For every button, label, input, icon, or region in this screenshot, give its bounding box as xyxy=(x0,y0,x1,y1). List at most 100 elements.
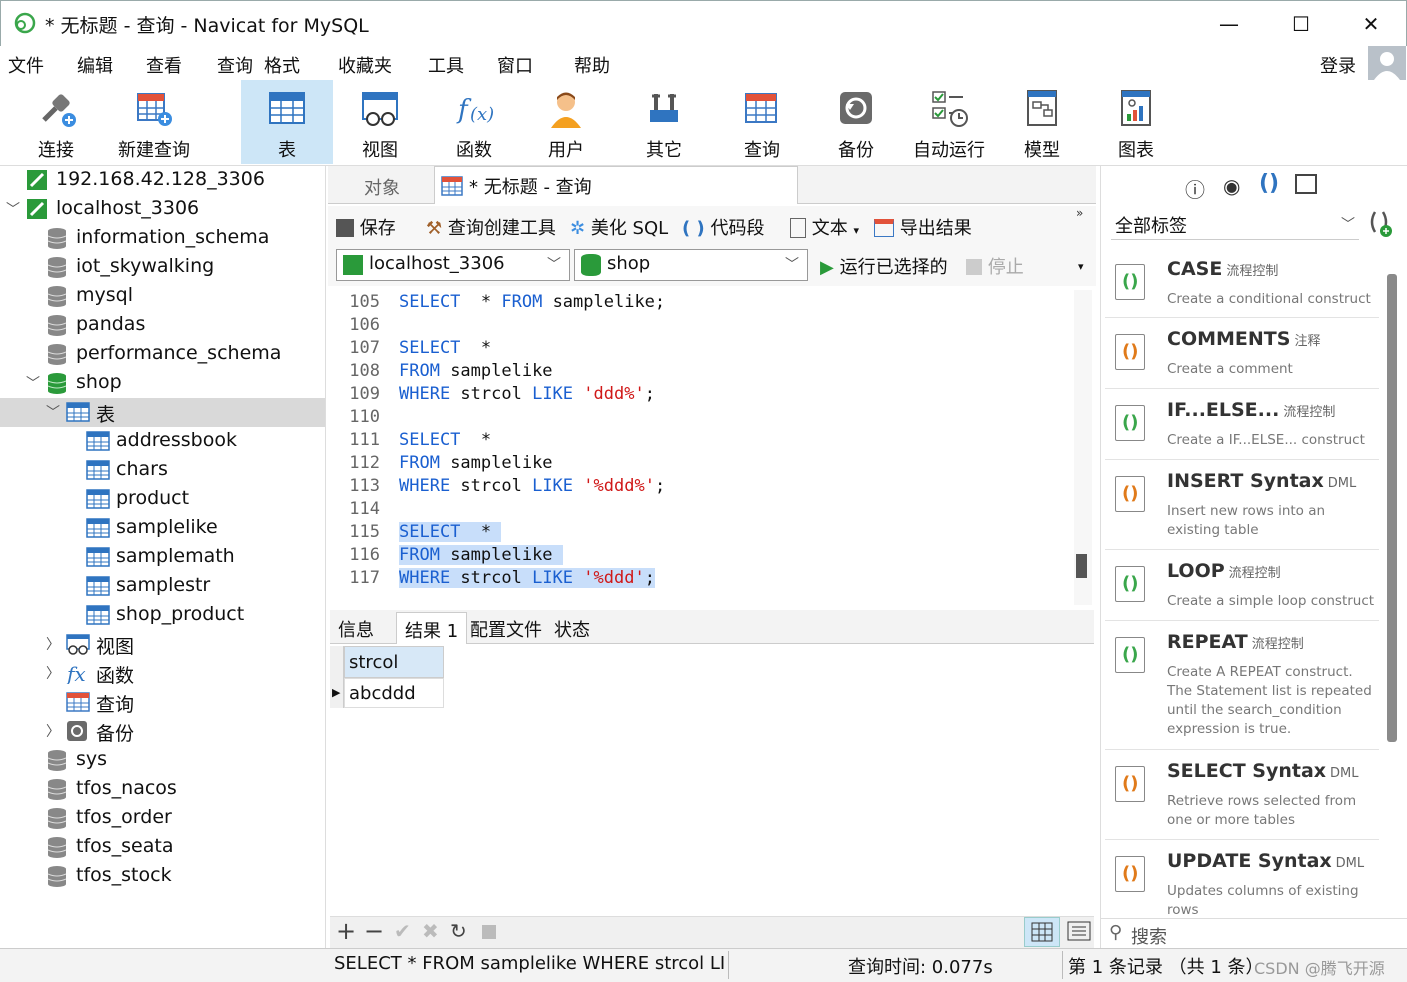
snippet-search[interactable]: ⚲ 搜索 xyxy=(1101,918,1407,948)
menu-format[interactable]: 格式 xyxy=(264,52,300,78)
menu-tools[interactable]: 工具 xyxy=(428,52,464,78)
tree-item-backups[interactable]: 〉 备份 xyxy=(0,717,325,746)
editor-scrollbar[interactable] xyxy=(1074,290,1092,605)
database-dropdown[interactable]: shop ﹀ xyxy=(574,249,808,281)
minimize-button[interactable]: — xyxy=(1209,9,1249,39)
layout-icon[interactable] xyxy=(1295,174,1317,194)
tree-item-database[interactable]: sys xyxy=(0,746,325,775)
snippet-scrollbar[interactable] xyxy=(1387,274,1397,742)
add-record-icon[interactable]: + xyxy=(336,917,356,945)
tree-item-database[interactable]: tfos_seata xyxy=(0,833,325,862)
beautify-sql-button[interactable]: ✲ 美化 SQL xyxy=(570,214,668,240)
tree-item-localhost[interactable]: ﹀ localhost_3306 xyxy=(0,195,325,224)
connection-dropdown[interactable]: localhost_3306 ﹀ xyxy=(336,249,570,281)
chevron-right-icon[interactable]: 〉 xyxy=(46,634,60,654)
chevron-down-icon[interactable]: ﹀ xyxy=(6,199,20,219)
eye-icon[interactable]: ◉ xyxy=(1223,174,1240,198)
user-button[interactable]: 用户 xyxy=(524,80,608,164)
snippet-item[interactable]: () UPDATE Syntax DML Updates columns of exi… xyxy=(1105,840,1379,918)
maximize-button[interactable]: ☐ xyxy=(1281,9,1321,39)
tab-query[interactable]: * 无标题 - 查询 xyxy=(434,166,798,204)
tree-item-table[interactable]: samplestr xyxy=(0,572,325,601)
tree-item-shop[interactable]: ﹀ shop xyxy=(0,369,325,398)
snippet-item[interactable]: () LOOP 流程控制 Create a simple loop construct xyxy=(1105,550,1379,621)
avatar[interactable] xyxy=(1368,46,1406,82)
sql-editor[interactable]: 105 SELECT * FROM samplelike; 106 107 SELECT… xyxy=(330,290,1070,605)
scrollbar-thumb[interactable] xyxy=(1076,554,1087,578)
tab-status[interactable]: 状态 xyxy=(546,612,598,644)
login-link[interactable]: 登录 xyxy=(1320,52,1356,78)
apply-icon[interactable]: ✔ xyxy=(394,919,411,943)
snippet-item[interactable]: () REPEAT 流程控制 Create A REPEAT construct. T… xyxy=(1105,621,1379,750)
backup-button[interactable]: 备份 xyxy=(814,80,898,164)
tree-item-table[interactable]: chars xyxy=(0,456,325,485)
connect-button[interactable]: 连接 xyxy=(14,80,98,164)
query-builder-button[interactable]: ⚒ 查询创建工具 xyxy=(426,214,556,240)
tree-item-database[interactable]: tfos_stock xyxy=(0,862,325,891)
dropdown-icon[interactable]: ▾ xyxy=(853,224,859,237)
tree-item-database[interactable]: performance_schema xyxy=(0,340,325,369)
tree-item-table[interactable]: product xyxy=(0,485,325,514)
tree-item-database[interactable]: tfos_nacos xyxy=(0,775,325,804)
tree-item-views[interactable]: 〉 视图 xyxy=(0,630,325,659)
tree-item-table[interactable]: samplemath xyxy=(0,543,325,572)
form-view-icon[interactable] xyxy=(1064,917,1094,947)
tree-item-remote-connection[interactable]: 192.168.42.128_3306 xyxy=(0,166,325,195)
tab-info[interactable]: 信息 xyxy=(330,612,382,644)
query-button[interactable]: 查询 xyxy=(720,80,804,164)
snippet-item[interactable]: () IF...ELSE... 流程控制 Create a IF...ELSE... … xyxy=(1105,389,1379,460)
tree-item-tables[interactable]: ﹀ 表 xyxy=(0,398,325,427)
tree-item-table[interactable]: shop_product xyxy=(0,601,325,630)
menu-query[interactable]: 查询 xyxy=(217,52,253,78)
menu-edit[interactable]: 编辑 xyxy=(77,52,113,78)
snippet-item[interactable]: () CASE 流程控制 Create a conditional construct xyxy=(1105,248,1379,318)
chevron-right-icon[interactable]: 〉 xyxy=(46,663,60,683)
run-selected-button[interactable]: ▶ 运行已选择的 xyxy=(820,253,948,279)
text-button[interactable]: 文本 ▾ xyxy=(790,214,859,240)
tree-item-database[interactable]: iot_skywalking xyxy=(0,253,325,282)
export-results-button[interactable]: 导出结果 xyxy=(874,214,972,240)
snippet-icon[interactable]: () xyxy=(1259,171,1279,196)
chevron-right-icon[interactable]: 〉 xyxy=(46,721,60,741)
model-button[interactable]: 模型 xyxy=(1000,80,1084,164)
add-snippet-icon[interactable] xyxy=(1367,208,1393,238)
tree-item-database[interactable]: tfos_order xyxy=(0,804,325,833)
tree-item-table[interactable]: addressbook xyxy=(0,427,325,456)
table-button[interactable]: 表 xyxy=(241,80,333,164)
chevron-down-icon[interactable]: ﹀ xyxy=(46,402,60,422)
tab-profile[interactable]: 配置文件 xyxy=(462,612,550,644)
snippet-item[interactable]: () COMMENTS 注释 Create a comment xyxy=(1105,318,1379,389)
menu-file[interactable]: 文件 xyxy=(8,52,44,78)
column-header-strcol[interactable]: strcol xyxy=(344,646,444,678)
function-button[interactable]: f (x) 函数 xyxy=(432,80,516,164)
stop-icon[interactable] xyxy=(482,925,496,939)
chart-button[interactable]: 图表 xyxy=(1094,80,1178,164)
tree-item-table[interactable]: samplelike xyxy=(0,514,325,543)
other-button[interactable]: 其它 xyxy=(622,80,706,164)
info-icon[interactable]: ⓘ xyxy=(1185,174,1205,203)
table-cell[interactable]: abcddd xyxy=(344,678,444,708)
menu-help[interactable]: 帮助 xyxy=(574,52,610,78)
overflow-chevron-icon[interactable]: » xyxy=(1076,206,1083,220)
tab-objects[interactable]: 对象 xyxy=(332,168,432,204)
tree-item-database[interactable]: pandas xyxy=(0,311,325,340)
save-button[interactable]: 保存 xyxy=(336,214,396,240)
auto-run-button[interactable]: 自动运行 xyxy=(904,80,994,164)
menu-view[interactable]: 查看 xyxy=(146,52,182,78)
grid-view-icon[interactable] xyxy=(1024,917,1060,947)
tree-item-functions[interactable]: 〉 fx 函数 xyxy=(0,659,325,688)
new-query-button[interactable]: 新建查询 xyxy=(106,80,202,164)
delete-record-icon[interactable]: − xyxy=(364,917,384,945)
tree-item-database[interactable]: information_schema xyxy=(0,224,325,253)
snippet-item[interactable]: () INSERT Syntax DML Insert new rows into a… xyxy=(1105,460,1379,550)
tag-filter-dropdown[interactable]: 全部标签 ﹀ xyxy=(1111,208,1359,240)
close-button[interactable]: ✕ xyxy=(1351,9,1391,39)
tree-item-database[interactable]: mysql xyxy=(0,282,325,311)
refresh-icon[interactable]: ↻ xyxy=(450,919,467,943)
discard-icon[interactable]: ✖ xyxy=(422,919,439,943)
menu-favorites[interactable]: 收藏夹 xyxy=(338,52,392,78)
menu-window[interactable]: 窗口 xyxy=(497,52,533,78)
tree-item-queries[interactable]: 查询 xyxy=(0,688,325,717)
snippet-item[interactable]: () SELECT Syntax DML Retrieve rows selected… xyxy=(1105,750,1379,840)
tab-result-1[interactable]: 结果 1 xyxy=(396,612,468,644)
